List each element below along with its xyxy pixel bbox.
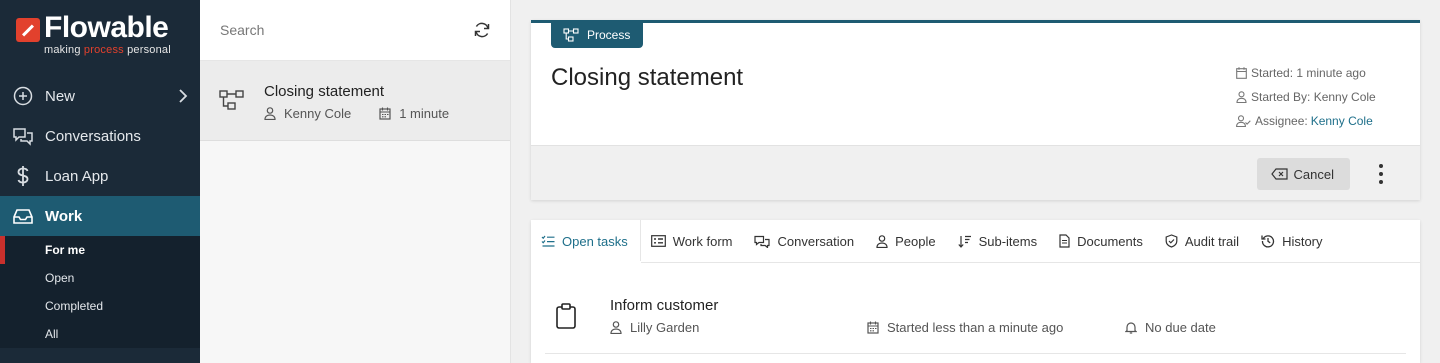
history-icon xyxy=(1261,234,1275,248)
task-title: Inform customer xyxy=(610,297,719,314)
tab-label: Work form xyxy=(672,233,733,249)
brand-tagline: making process personal xyxy=(44,44,171,56)
shield-icon xyxy=(1165,234,1178,248)
list-item-person: Kenny Cole xyxy=(284,106,352,121)
case-started-text: Started: 1 minute ago xyxy=(1251,66,1366,80)
brand-logo[interactable]: Flowable making process personal xyxy=(0,0,200,76)
sidebar-subitem-for-me[interactable]: For me xyxy=(0,236,200,264)
bell-icon xyxy=(1125,321,1137,334)
task-started-text: Started less than a minute ago xyxy=(887,320,1064,335)
tab-history[interactable]: History xyxy=(1251,220,1334,262)
task-assignee: Lilly Garden xyxy=(610,320,699,335)
list-item-time: 1 minute xyxy=(399,106,450,121)
tab-label: Open tasks xyxy=(562,233,628,249)
task-started: Started less than a minute ago xyxy=(867,320,1063,335)
chat-icon xyxy=(12,125,34,147)
sidebar-item-loan-app[interactable]: Loan App xyxy=(0,156,200,196)
brand-name: Flowable xyxy=(44,11,169,44)
sidebar-item-label: New xyxy=(45,87,76,105)
sidebar-item-label: Conversations xyxy=(45,127,141,145)
tab-work-form[interactable]: Work form xyxy=(641,220,745,262)
tab-audit-trail[interactable]: Audit trail xyxy=(1155,220,1251,262)
main-content: Process Closing statement Started: 1 min… xyxy=(511,0,1440,363)
tab-label: Conversation xyxy=(777,233,855,249)
sidebar-subitem-open[interactable]: Open xyxy=(0,264,200,292)
case-assignee: Assignee: Kenny Cole xyxy=(1236,109,1376,133)
tab-sub-items[interactable]: Sub-items xyxy=(948,220,1050,262)
tab-label: Audit trail xyxy=(1184,233,1240,249)
case-assignee-label: Assignee: xyxy=(1255,114,1308,128)
sidebar-item-label: Loan App xyxy=(45,167,109,185)
work-list-panel: Closing statement Kenny Cole 1 minute xyxy=(200,0,511,363)
calendar-icon xyxy=(867,321,879,334)
search-bar xyxy=(200,0,510,61)
tab-conversation[interactable]: Conversation xyxy=(744,220,866,262)
sidebar-item-new[interactable]: New xyxy=(0,76,200,116)
backspace-icon xyxy=(1270,168,1288,180)
list-item[interactable]: Closing statement Kenny Cole 1 minute xyxy=(200,61,510,141)
plus-circle-icon xyxy=(12,85,34,107)
sort-icon xyxy=(957,235,972,248)
case-started-by: Started By: Kenny Cole xyxy=(1236,85,1376,109)
sidebar-item-work[interactable]: Work xyxy=(0,196,200,236)
person-icon xyxy=(610,321,622,334)
clipboard-icon xyxy=(555,303,577,334)
task-list-icon xyxy=(541,235,555,247)
tab-documents[interactable]: Documents xyxy=(1049,220,1155,262)
cancel-button[interactable]: Cancel xyxy=(1256,158,1350,190)
calendar-icon xyxy=(1236,67,1247,79)
task-row[interactable]: Inform customer Lilly Garden Started les… xyxy=(545,282,1406,354)
calendar-icon xyxy=(379,107,391,120)
tab-bar: Open tasks Work form Conversation People xyxy=(531,220,1420,263)
list-item-title: Closing statement xyxy=(264,83,385,100)
tab-label: Sub-items xyxy=(978,233,1038,249)
process-badge: Process xyxy=(551,22,644,48)
person-icon xyxy=(264,107,276,120)
tab-label: Documents xyxy=(1077,233,1143,249)
work-submenu: For me Open Completed All xyxy=(0,236,200,348)
process-icon xyxy=(563,28,579,42)
task-due-text: No due date xyxy=(1145,320,1216,335)
sidebar: Flowable making process personal New Con… xyxy=(0,0,200,363)
tab-label: History xyxy=(1282,233,1323,249)
flowable-logo-icon xyxy=(16,18,40,42)
sidebar-item-conversations[interactable]: Conversations xyxy=(0,116,200,156)
person-icon xyxy=(876,234,888,248)
case-started-by-text: Started By: Kenny Cole xyxy=(1251,90,1376,104)
user-check-icon xyxy=(1236,115,1251,127)
inbox-icon xyxy=(12,205,34,227)
cancel-button-label: Cancel xyxy=(1293,166,1334,182)
sidebar-item-label: Work xyxy=(45,207,83,225)
refresh-icon[interactable] xyxy=(470,18,494,42)
tab-people[interactable]: People xyxy=(866,220,947,262)
case-header-card: Process Closing statement Started: 1 min… xyxy=(531,20,1420,200)
dollar-icon xyxy=(12,165,34,187)
case-actions: Cancel xyxy=(531,145,1420,200)
list-item-meta: Kenny Cole 1 minute xyxy=(264,106,449,121)
case-assignee-link[interactable]: Kenny Cole xyxy=(1311,114,1373,128)
document-icon xyxy=(1059,234,1070,248)
tab-label: People xyxy=(895,233,936,249)
case-meta: Started: 1 minute ago Started By: Kenny … xyxy=(1236,61,1376,133)
tab-open-tasks[interactable]: Open tasks xyxy=(531,220,641,263)
process-badge-label: Process xyxy=(587,28,631,42)
sidebar-subitem-completed[interactable]: Completed xyxy=(0,292,200,320)
case-tabs-card: Open tasks Work form Conversation People xyxy=(531,220,1420,363)
case-started: Started: 1 minute ago xyxy=(1236,61,1376,85)
search-input[interactable] xyxy=(220,22,470,38)
chevron-right-icon xyxy=(178,88,188,108)
form-icon xyxy=(650,235,666,247)
process-icon xyxy=(219,89,245,116)
more-options-icon[interactable] xyxy=(1372,162,1390,186)
case-title: Closing statement xyxy=(551,64,744,91)
sidebar-subitem-all[interactable]: All xyxy=(0,320,200,348)
chat-icon xyxy=(754,235,771,248)
task-assignee-name: Lilly Garden xyxy=(630,320,700,335)
task-due-date: No due date xyxy=(1125,320,1216,335)
person-icon xyxy=(1236,91,1247,103)
